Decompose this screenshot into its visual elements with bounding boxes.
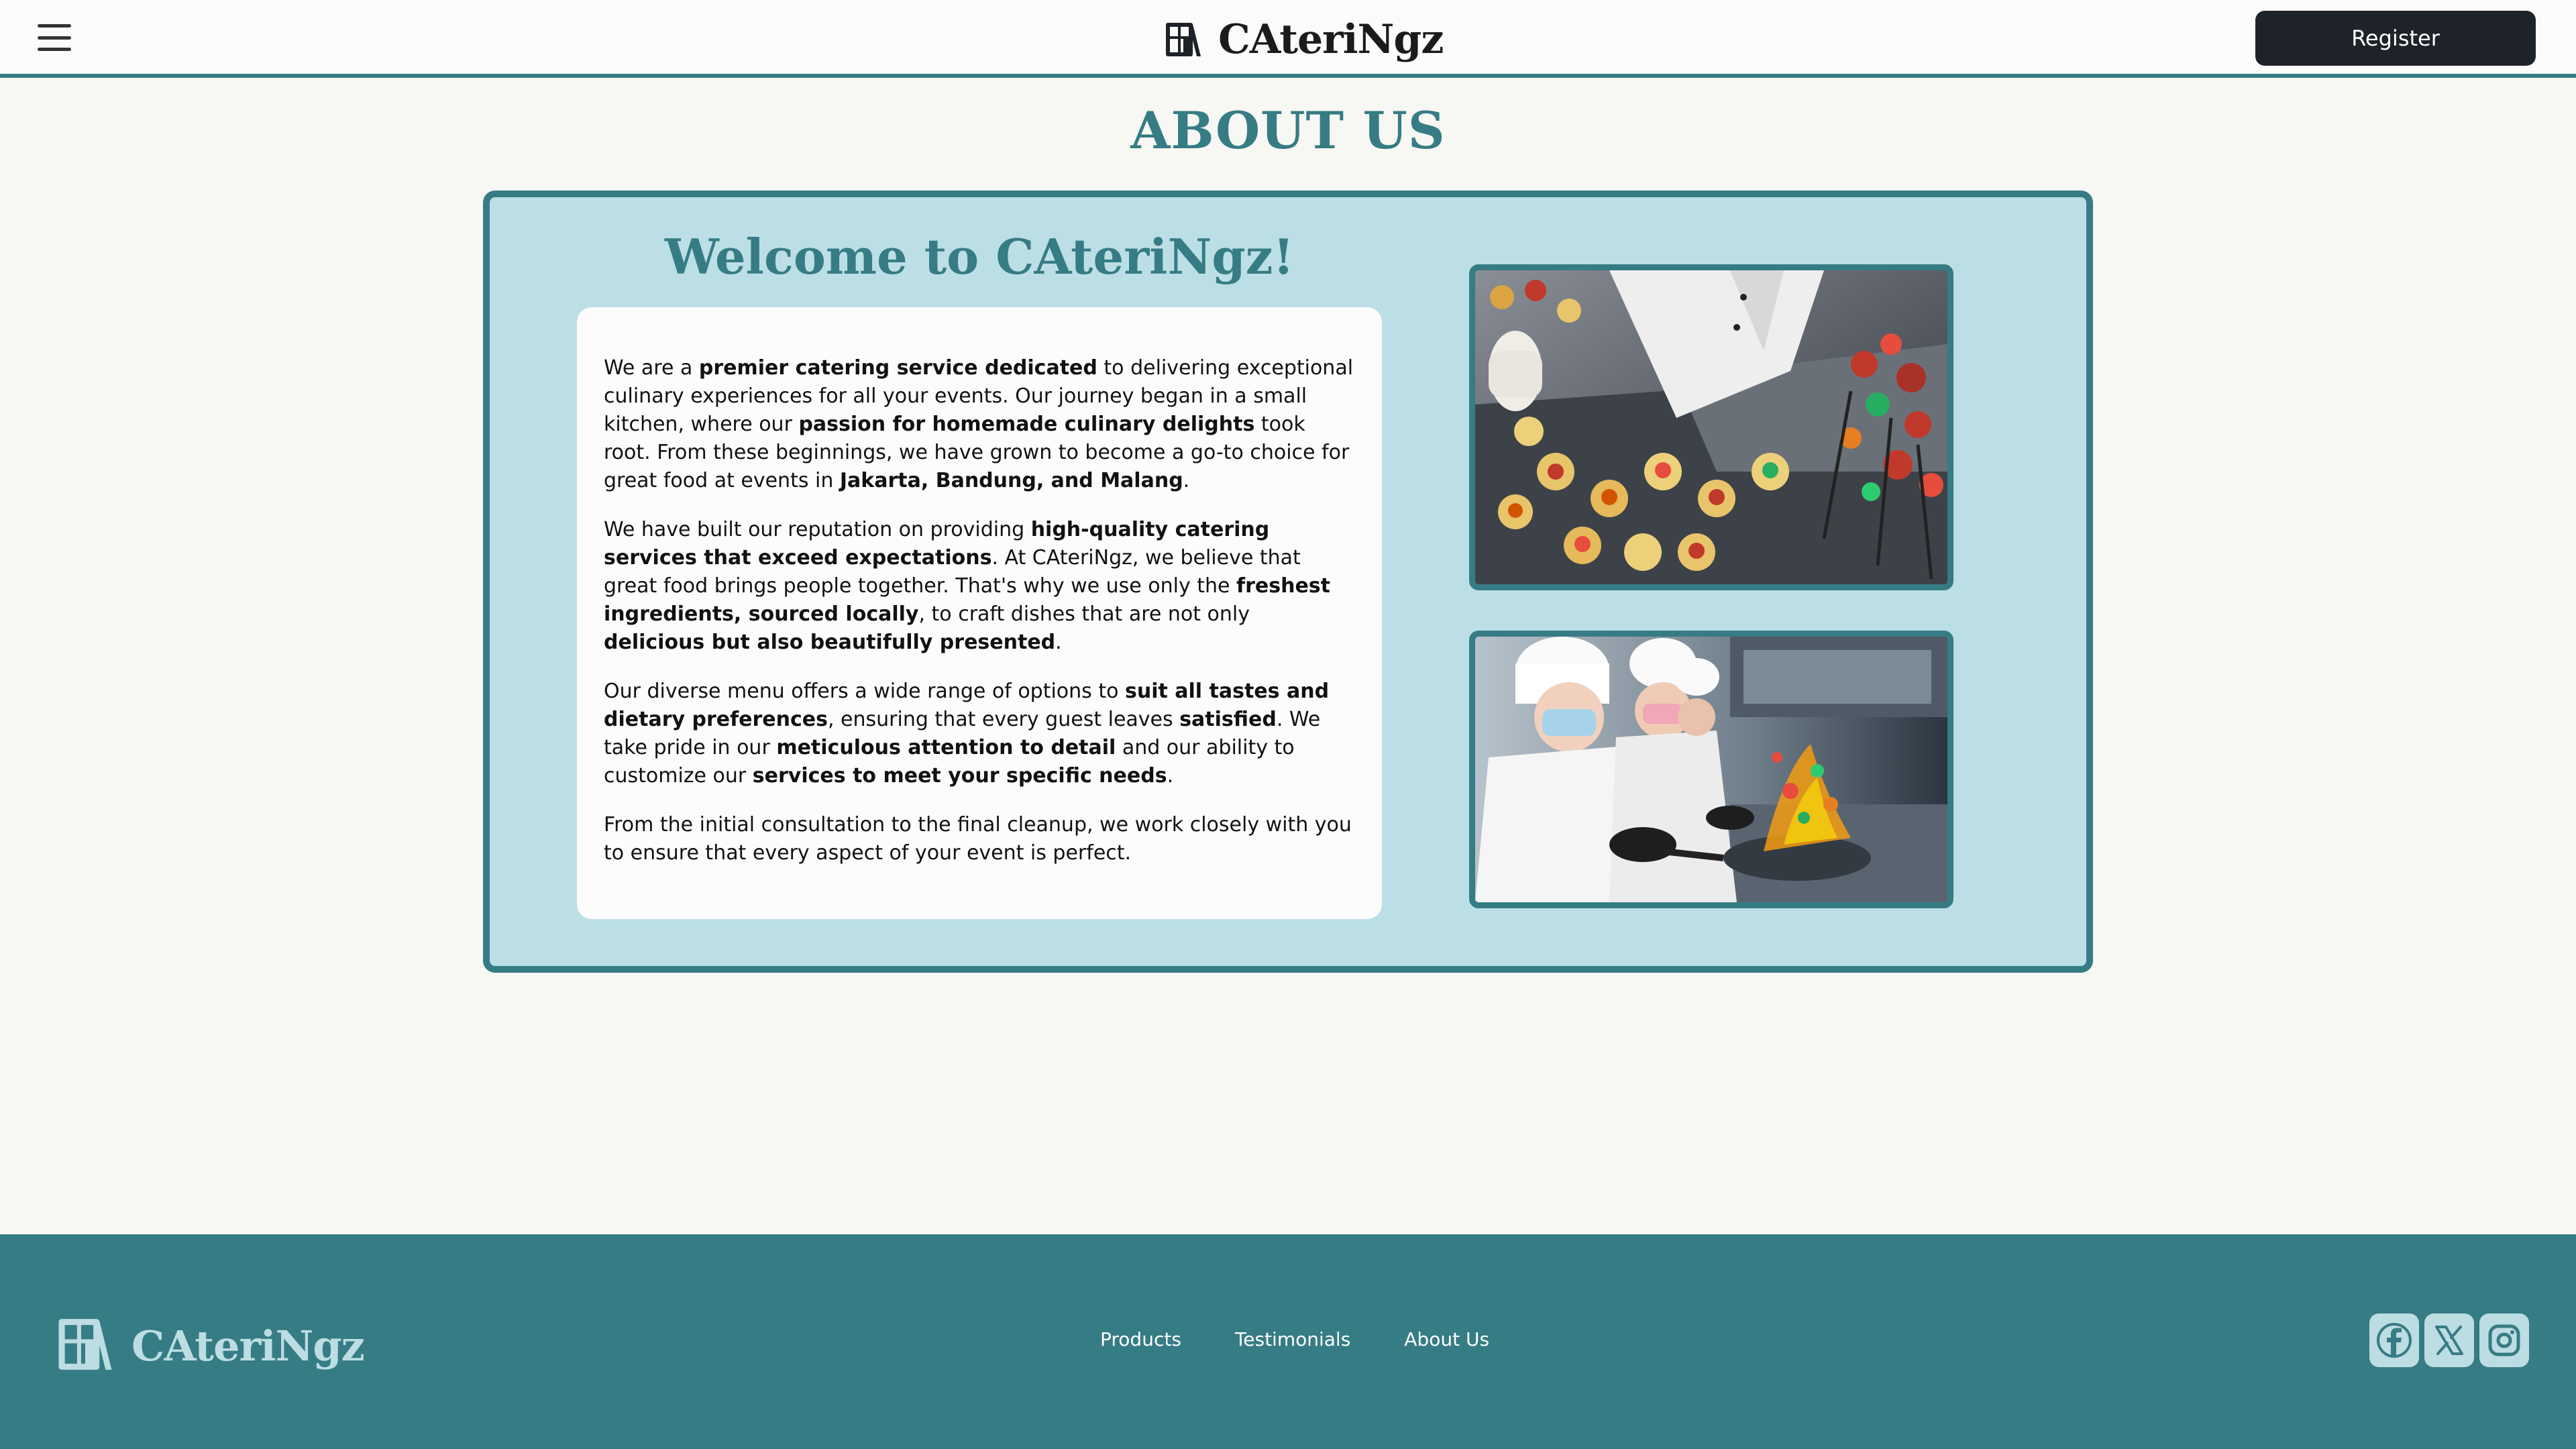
instagram-icon[interactable]: [2479, 1313, 2529, 1367]
facebook-icon[interactable]: [2369, 1313, 2419, 1367]
emphasis-text: freshest ingredients, sourced locally: [604, 574, 1330, 626]
x-icon[interactable]: [2424, 1313, 2474, 1367]
emphasis-text: satisfied: [1179, 708, 1277, 731]
about-text-box: We are a premier catering service dedica…: [577, 307, 1382, 919]
about-paragraph: Our diverse menu offers a wide range of …: [604, 680, 1330, 788]
hamburger-menu-icon[interactable]: [38, 24, 71, 51]
brand-name: CAteriNgz: [1218, 16, 1444, 63]
book-logo-icon: [1165, 20, 1202, 59]
about-paragraph: We are a premier catering service dedica…: [604, 356, 1354, 492]
emphasis-text: premier catering service dedicated: [698, 356, 1097, 380]
welcome-title: Welcome to CAteriNgz!: [664, 228, 1295, 285]
footer: CAteriNgz Products Testimonials About Us: [0, 1234, 2576, 1449]
emphasis-text: meticulous attention to detail: [776, 736, 1116, 759]
top-navbar: CAteriNgz Register: [0, 0, 2576, 78]
emphasis-text: high-quality catering services that exce…: [604, 518, 1270, 570]
footer-nav: Products Testimonials About Us: [1100, 1328, 1489, 1350]
footer-link-about-us[interactable]: About Us: [1404, 1328, 1489, 1350]
about-paragraph: We have built our reputation on providin…: [604, 518, 1330, 654]
catering-food-photo: [1469, 264, 1953, 590]
footer-link-products[interactable]: Products: [1100, 1328, 1181, 1350]
emphasis-text: services to meet your specific needs: [752, 764, 1167, 788]
chefs-cooking-photo: [1469, 631, 1953, 908]
about-card: Welcome to CAteriNgz! We are a premier c…: [483, 191, 2093, 973]
register-button[interactable]: Register: [2255, 11, 2536, 66]
book-logo-icon: [56, 1315, 114, 1377]
footer-brand[interactable]: CAteriNgz: [56, 1315, 365, 1377]
about-paragraph: From the initial consultation to the fin…: [604, 813, 1352, 865]
emphasis-text: Jakarta, Bandung, and Malang: [839, 469, 1183, 492]
social-links: [2369, 1313, 2529, 1367]
emphasis-text: passion for homemade culinary delights: [798, 413, 1255, 436]
page-title: ABOUT US: [1130, 101, 1446, 160]
footer-brand-name: CAteriNgz: [131, 1321, 365, 1371]
emphasis-text: delicious but also beautifully presented: [604, 631, 1056, 654]
brand[interactable]: CAteriNgz: [1165, 16, 1444, 63]
footer-link-testimonials[interactable]: Testimonials: [1235, 1328, 1350, 1350]
